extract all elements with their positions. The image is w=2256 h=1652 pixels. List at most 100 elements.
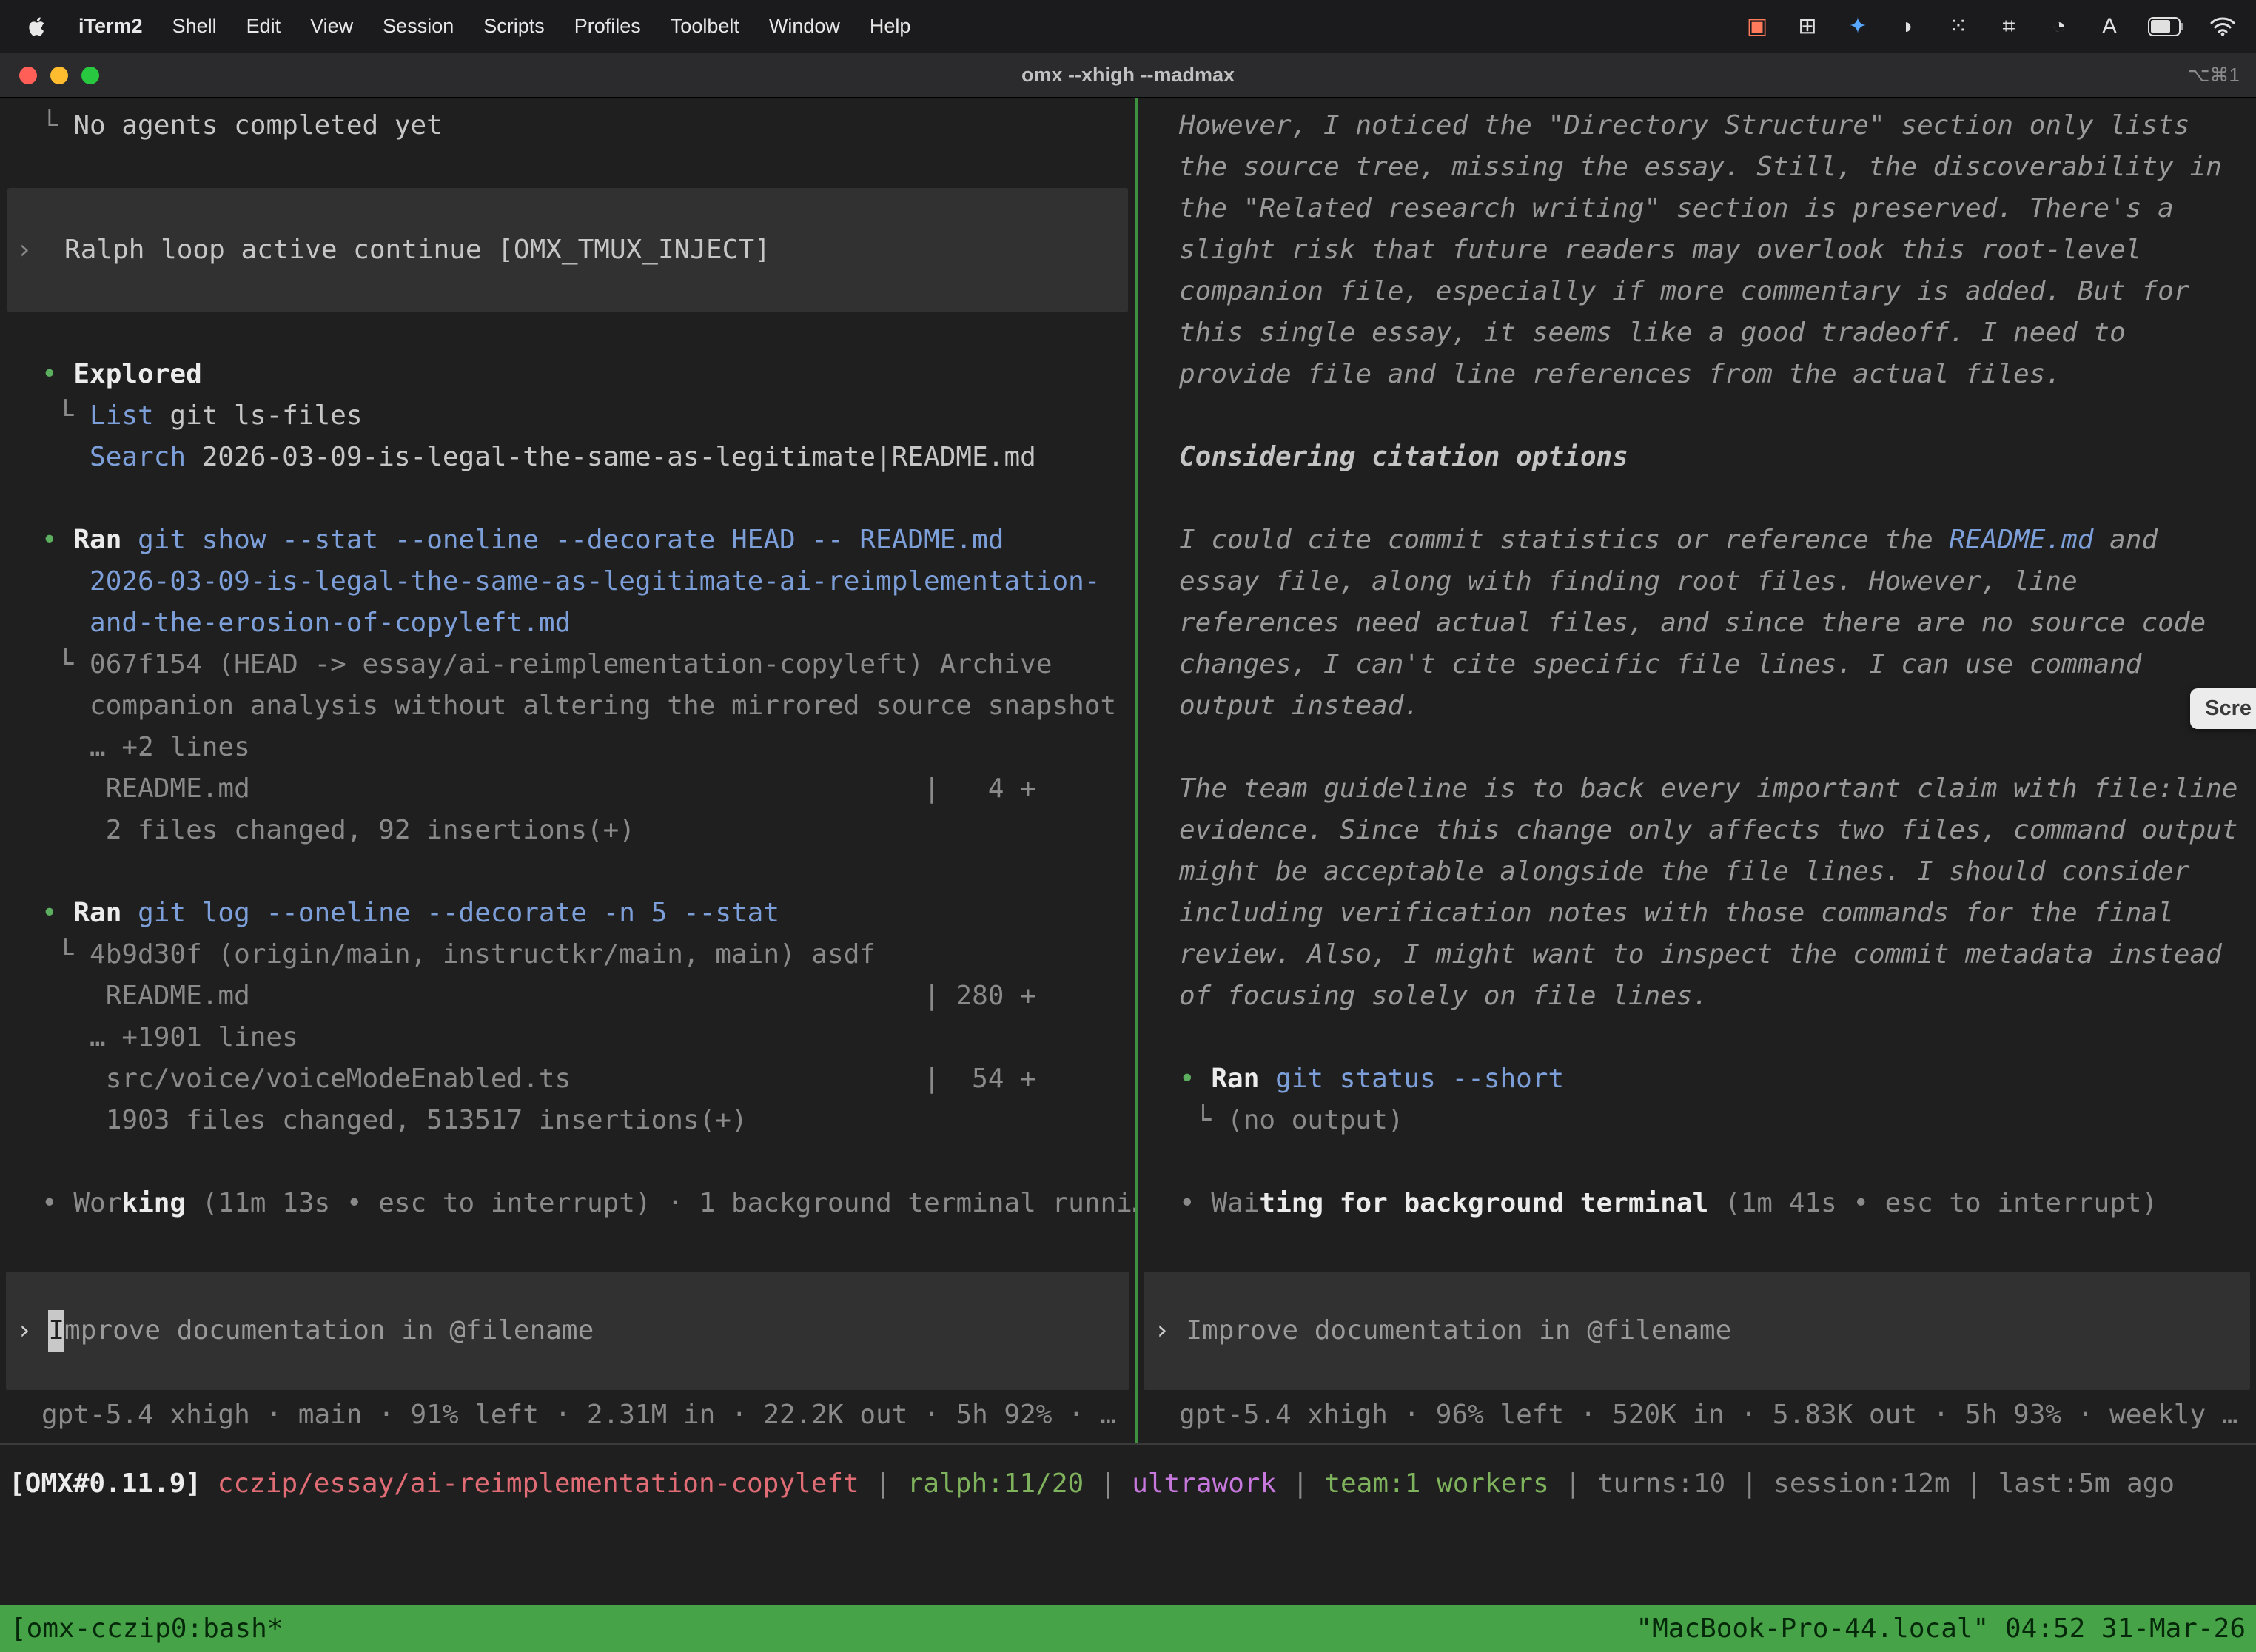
terminal-line bbox=[1179, 727, 2244, 768]
terminal-line: essay file, along with finding root file… bbox=[1179, 561, 2244, 602]
minimize-button[interactable] bbox=[50, 67, 68, 84]
terminal-line: companion analysis without altering the … bbox=[41, 685, 1124, 727]
right-prompt-input[interactable]: › Improve documentation in @filename bbox=[1144, 1272, 2250, 1390]
hash-app-icon[interactable]: ⌗ bbox=[1997, 14, 2021, 39]
macos-menubar: iTerm2 Shell Edit View Session Scripts P… bbox=[0, 0, 2256, 53]
terminal-line: 2 files changed, 92 insertions(+) bbox=[41, 810, 1124, 851]
terminal-line: the "Related research writing" section i… bbox=[1179, 188, 2244, 229]
text-cursor: I bbox=[48, 1310, 64, 1352]
tmux-status-bar: [omx-cczip0:bash* "MacBook-Pro-44.local"… bbox=[0, 1605, 2256, 1652]
wifi-icon[interactable] bbox=[2210, 17, 2235, 36]
ralph-inject-banner: › Ralph loop active continue [OMX_TMUX_I… bbox=[7, 188, 1128, 312]
terminal-line: README.md | 4 + bbox=[41, 768, 1124, 810]
window-title: omx --xhigh --madmax bbox=[0, 64, 2256, 87]
terminal-line bbox=[1179, 395, 2244, 437]
terminal-line: references need actual files, and since … bbox=[1179, 602, 2244, 644]
terminal-line bbox=[1179, 1141, 2244, 1183]
menu-help[interactable]: Help bbox=[855, 15, 926, 38]
terminal-line: └ 4b9d30f (origin/main, instructkr/main,… bbox=[41, 934, 1124, 976]
terminal-line: might be acceptable alongside the file l… bbox=[1179, 851, 2244, 893]
spark-app-icon[interactable]: ✦ bbox=[1846, 13, 1870, 39]
terminal-line: └ (no output) bbox=[1179, 1100, 2244, 1141]
menu-edit[interactable]: Edit bbox=[232, 15, 296, 38]
left-pane-transcript: └ No agents completed yet › Ralph loop ac… bbox=[0, 98, 1135, 1224]
terminal-line bbox=[41, 851, 1124, 893]
left-model-status: gpt-5.4 xhigh · main · 91% left · 2.31M … bbox=[0, 1394, 1135, 1436]
left-prompt-input[interactable]: › I mprove documentation in @filename bbox=[6, 1272, 1129, 1390]
zoom-button[interactable] bbox=[81, 67, 99, 84]
screenshot-overlay-tab[interactable]: Scre bbox=[2190, 688, 2256, 729]
terminal-line: • Ran git status --short bbox=[1179, 1058, 2244, 1100]
terminal-line: slight risk that future readers may over… bbox=[1179, 229, 2244, 271]
window-shortcut-badge: ⌥⌘1 bbox=[2188, 64, 2256, 87]
terminal-line: src/voice/voiceModeEnabled.ts | 54 + bbox=[41, 1058, 1124, 1100]
terminal-line bbox=[1179, 478, 2244, 520]
terminal-line bbox=[41, 478, 1124, 520]
prompt-chevron-icon: › bbox=[16, 1310, 48, 1352]
right-model-status: gpt-5.4 xhigh · 96% left · 520K in · 5.8… bbox=[1138, 1394, 2256, 1436]
terminal-line: the source tree, missing the essay. Stil… bbox=[1179, 147, 2244, 188]
menu-toolbelt[interactable]: Toolbelt bbox=[656, 15, 754, 38]
right-pane-bottom: › Improve documentation in @filename gpt… bbox=[1138, 1272, 2256, 1443]
terminal-line bbox=[41, 147, 1124, 188]
terminal-line bbox=[41, 1141, 1124, 1183]
menu-scripts[interactable]: Scripts bbox=[469, 15, 560, 38]
apple-menu-icon[interactable] bbox=[21, 16, 64, 38]
right-input-text: Improve documentation in @filename bbox=[1186, 1310, 1731, 1352]
terminal-line: • Explored bbox=[41, 354, 1124, 395]
terminal-line: 2026-03-09-is-legal-the-same-as-legitima… bbox=[41, 561, 1124, 602]
tmux-host-clock: "MacBook-Pro-44.local" 04:52 31-Mar-26 bbox=[1636, 1614, 2246, 1644]
left-pane-bottom: › I mprove documentation in @filename gp… bbox=[0, 1272, 1135, 1443]
terminal-line: this single essay, it seems like a good … bbox=[1179, 312, 2244, 354]
terminal-line: The team guideline is to back every impo… bbox=[1179, 768, 2244, 810]
terminal-line: README.md | 280 + bbox=[41, 976, 1124, 1017]
terminal-line: of focusing solely on file lines. bbox=[1179, 976, 2244, 1017]
terminal-line: … +2 lines bbox=[41, 727, 1124, 768]
right-pane-transcript: However, I noticed the "Directory Struct… bbox=[1138, 98, 2256, 1224]
menu-iterm2[interactable]: iTerm2 bbox=[64, 15, 158, 38]
menubar-status-icons: ▣ ⊞ ✦ ◗ ⁙ ⌗ ◔ A bbox=[1745, 13, 2121, 39]
terminal-pane-right[interactable]: However, I noticed the "Directory Struct… bbox=[1138, 98, 2256, 1443]
tmux-session-name: [omx-cczip0:bash* bbox=[10, 1614, 283, 1644]
prompt-chevron-icon: › bbox=[1154, 1310, 1186, 1352]
terminal-line: • Waiting for background terminal (1m 41… bbox=[1179, 1183, 2244, 1224]
terminal-line: 1903 files changed, 513517 insertions(+) bbox=[41, 1100, 1124, 1141]
terminal-line: However, I noticed the "Directory Struct… bbox=[1179, 105, 2244, 147]
terminal-line bbox=[1179, 1017, 2244, 1058]
terminal-line: output instead. bbox=[1179, 685, 2244, 727]
terminal-line: └ No agents completed yet bbox=[41, 105, 1124, 147]
terminal-line: including verification notes with those … bbox=[1179, 893, 2244, 934]
menu-window[interactable]: Window bbox=[754, 15, 855, 38]
dots-grid-icon[interactable]: ⁙ bbox=[1947, 13, 1970, 39]
menubar-menus: iTerm2 Shell Edit View Session Scripts P… bbox=[21, 15, 925, 38]
terminal-line: • Working (11m 13s • esc to interrupt) ·… bbox=[41, 1183, 1124, 1224]
close-button[interactable] bbox=[19, 67, 37, 84]
traffic-lights bbox=[0, 67, 99, 84]
terminal-line: provide file and line references from th… bbox=[1179, 354, 2244, 395]
half-circle-app-icon[interactable]: ◗ bbox=[1896, 14, 1920, 39]
menu-shell[interactable]: Shell bbox=[158, 15, 232, 38]
meter-icon[interactable]: ◔ bbox=[2047, 14, 2071, 39]
battery-icon[interactable] bbox=[2148, 17, 2183, 36]
terminal-line: • Ran git show --stat --oneline --decora… bbox=[41, 520, 1124, 561]
menu-profiles[interactable]: Profiles bbox=[560, 15, 656, 38]
terminal-content: └ No agents completed yet › Ralph loop ac… bbox=[0, 98, 2256, 1443]
menu-session[interactable]: Session bbox=[368, 15, 469, 38]
terminal-line: Considering citation options bbox=[1179, 437, 2244, 478]
omx-session-footer: [OMX#0.11.9] cczip/essay/ai-reimplementa… bbox=[0, 1443, 2256, 1605]
window-grid-icon[interactable]: ⊞ bbox=[1796, 13, 1819, 39]
terminal-line: └ 067f154 (HEAD -> essay/ai-reimplementa… bbox=[41, 644, 1124, 685]
terminal-line: I could cite commit statistics or refere… bbox=[1179, 520, 2244, 561]
left-input-text: mprove documentation in @filename bbox=[64, 1310, 594, 1352]
window-titlebar[interactable]: omx --xhigh --madmax ⌥⌘1 bbox=[0, 53, 2256, 98]
terminal-line: • Ran git log --oneline --decorate -n 5 … bbox=[41, 893, 1124, 934]
terminal-line: Search 2026-03-09-is-legal-the-same-as-l… bbox=[41, 437, 1124, 478]
terminal-line: └ List git ls-files bbox=[41, 395, 1124, 437]
terminal-pane-left[interactable]: └ No agents completed yet › Ralph loop ac… bbox=[0, 98, 1138, 1443]
terminal-line bbox=[41, 312, 1124, 354]
omx-status-line: [OMX#0.11.9] cczip/essay/ai-reimplementa… bbox=[9, 1468, 2256, 1510]
terminal-line: review. Also, I might want to inspect th… bbox=[1179, 934, 2244, 976]
input-source-icon[interactable]: A bbox=[2098, 14, 2121, 39]
screen-recording-icon[interactable]: ▣ bbox=[1745, 13, 1769, 39]
menu-view[interactable]: View bbox=[295, 15, 368, 38]
